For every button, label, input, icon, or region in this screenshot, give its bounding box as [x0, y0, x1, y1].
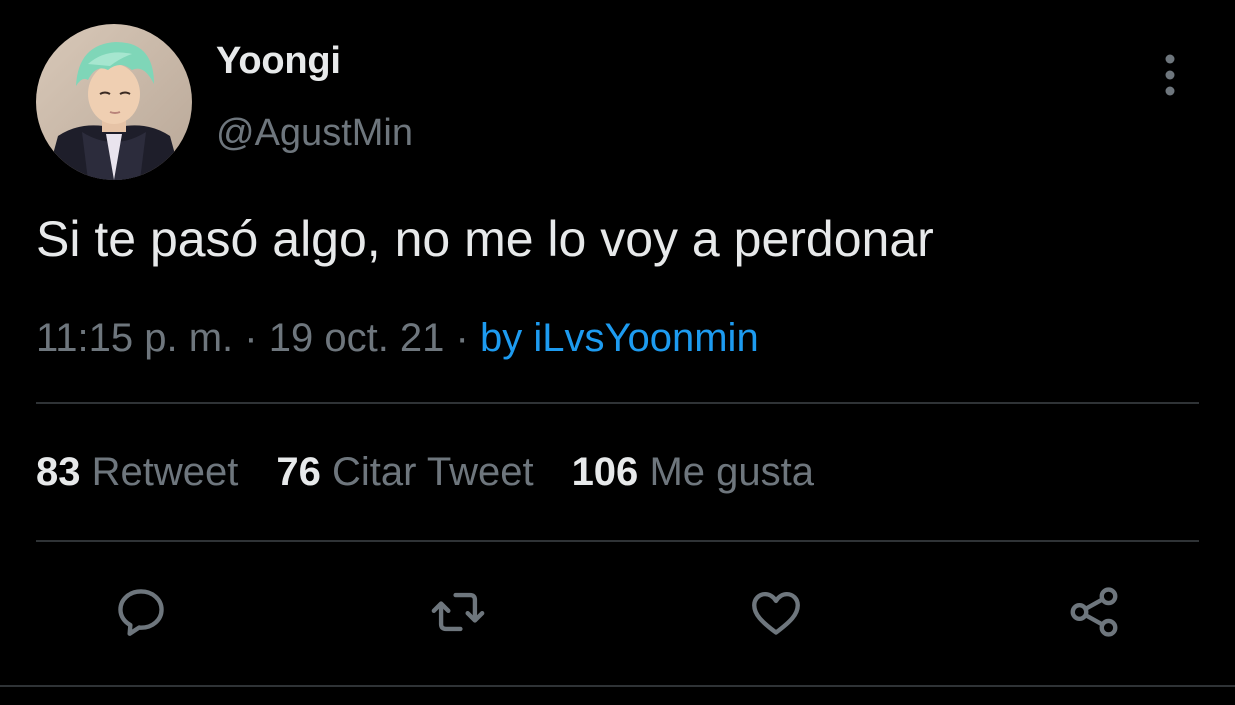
stat-label: Retweet	[91, 450, 239, 494]
more-options-button[interactable]	[1152, 52, 1188, 98]
retweet-button[interactable]	[428, 582, 488, 642]
meta-separator: ·	[455, 316, 469, 360]
divider	[36, 402, 1199, 404]
heart-icon	[752, 591, 800, 635]
tweet-time[interactable]: 11:15 p. m.	[36, 316, 233, 360]
reply-button[interactable]	[111, 582, 171, 642]
like-button[interactable]	[746, 582, 806, 642]
divider	[36, 540, 1199, 542]
user-handle[interactable]: @AgustMin	[216, 112, 413, 155]
retweet-count-stat[interactable]: 83 Retweet	[36, 450, 238, 495]
avatar-image	[36, 24, 192, 180]
avatar[interactable]	[36, 24, 192, 180]
share-button[interactable]	[1064, 582, 1124, 642]
divider	[0, 685, 1235, 687]
stat-label: Me gusta	[649, 450, 814, 494]
tweet-meta: 11:15 p. m. · 19 oct. 21 · by iLvsYoonmi…	[36, 316, 759, 361]
quote-count-stat[interactable]: 76 Citar Tweet	[276, 450, 533, 495]
stat-count: 83	[36, 450, 81, 494]
tweet-date[interactable]: 19 oct. 21	[269, 316, 445, 360]
more-vertical-icon	[1165, 54, 1175, 96]
tweet-stats: 83 Retweet 76 Citar Tweet 106 Me gusta	[36, 450, 852, 495]
retweet-icon	[431, 592, 485, 632]
tweet-text: Si te pasó algo, no me lo voy a perdonar	[36, 211, 934, 267]
meta-separator: ·	[244, 316, 258, 360]
stat-label: Citar Tweet	[332, 450, 534, 494]
stat-count: 106	[571, 450, 639, 494]
reply-icon	[118, 589, 164, 636]
share-icon	[1070, 587, 1118, 637]
like-count-stat[interactable]: 106 Me gusta	[572, 450, 814, 495]
tweet-source-link[interactable]: by iLvsYoonmin	[480, 316, 759, 360]
display-name[interactable]: Yoongi	[216, 40, 341, 83]
stat-count: 76	[276, 450, 321, 494]
